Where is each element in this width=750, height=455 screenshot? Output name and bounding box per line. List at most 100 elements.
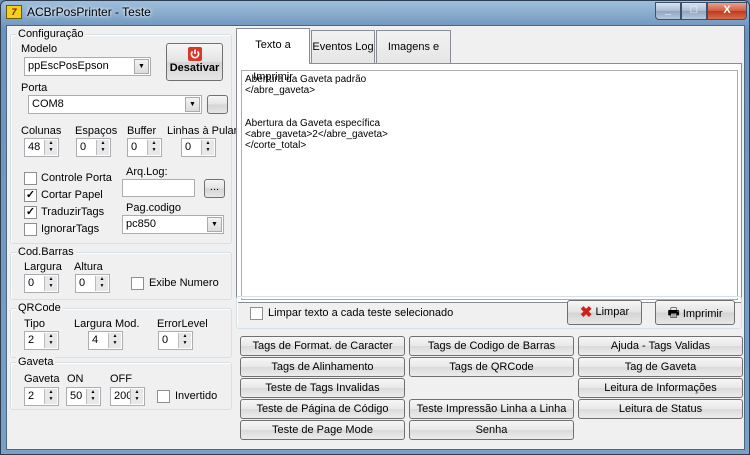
codbarras-altura-spin[interactable]: 0 ▲ ▼: [75, 274, 110, 293]
tab-texto-imprimir[interactable]: Texto a Imprimir: [236, 28, 310, 83]
spin-arrows-icon[interactable]: ▲ ▼: [96, 140, 109, 155]
arqlog-input[interactable]: [122, 179, 195, 197]
spin-arrows-icon[interactable]: ▲ ▼: [178, 333, 191, 348]
linhas-pular-value: 0: [185, 141, 192, 153]
minimize-button[interactable]: _: [655, 2, 681, 20]
gaveta-on-label: ON: [67, 373, 84, 385]
senha-button[interactable]: Senha: [409, 420, 574, 440]
gaveta-off-spin[interactable]: 200 ▲ ▼: [110, 387, 145, 406]
teste-page-mode-button[interactable]: Teste de Page Mode: [240, 420, 405, 440]
codbarras-altura-value: 0: [79, 277, 86, 289]
spin-arrows-icon[interactable]: ▲ ▼: [86, 389, 99, 404]
buffer-value: 0: [131, 141, 138, 153]
codbarras-largura-spin[interactable]: 0 ▲ ▼: [24, 274, 59, 293]
teste-tags-invalidas-button[interactable]: Teste de Tags Invalidas: [240, 378, 405, 398]
chevron-down-icon[interactable]: ▼: [185, 97, 200, 112]
exibe-numero-label: Exibe Numero: [149, 277, 219, 289]
config-group: Configuração Modelo ppEscPosEpson ▼ Desa…: [10, 28, 237, 244]
limpar-texto-checkbox[interactable]: [250, 307, 263, 320]
controle-porta-checkbox[interactable]: [24, 172, 37, 185]
arqlog-label: Arq.Log:: [126, 166, 168, 178]
espacos-label: Espaços: [75, 125, 118, 137]
invertido-label: Invertido: [175, 390, 218, 402]
client-area: Configuração Modelo ppEscPosEpson ▼ Desa…: [6, 25, 745, 450]
colunas-label: Colunas: [21, 125, 62, 137]
spin-arrows-icon[interactable]: ▲ ▼: [95, 276, 108, 291]
spin-arrows-icon[interactable]: ▲ ▼: [201, 140, 214, 155]
limpar-button[interactable]: ✖ Limpar: [567, 300, 642, 325]
modelo-combo[interactable]: ppEscPosEpson ▼: [24, 57, 151, 76]
tab-imagens-logo[interactable]: Imagens e Logo: [376, 30, 451, 85]
invertido-checkbox[interactable]: [157, 390, 170, 403]
spin-arrows-icon[interactable]: ▲ ▼: [147, 140, 160, 155]
app-icon[interactable]: 7: [6, 5, 22, 19]
qrcode-error-value: 0: [162, 334, 169, 346]
qrcode-group-title: QRCode: [16, 302, 63, 314]
porta-label: Porta: [21, 82, 48, 94]
tag-gaveta-button[interactable]: Tag de Gaveta: [578, 357, 743, 377]
porta-value: COM8: [32, 98, 64, 110]
exibe-numero-checkbox[interactable]: [131, 277, 144, 290]
codbarras-altura-label: Altura: [74, 261, 103, 273]
spin-arrows-icon[interactable]: ▲ ▼: [44, 140, 57, 155]
qrcode-error-spin[interactable]: 0 ▲ ▼: [158, 331, 193, 350]
codbarras-group-title: Cod.Barras: [16, 246, 76, 258]
ignorar-tags-checkbox[interactable]: [24, 223, 37, 236]
spin-arrows-icon[interactable]: ▲ ▼: [44, 333, 57, 348]
cortar-papel-label: Cortar Papel: [41, 189, 103, 201]
arqlog-browse-button[interactable]: ...: [204, 179, 225, 198]
close-button[interactable]: X: [707, 2, 747, 20]
buffer-spin[interactable]: 0 ▲ ▼: [127, 138, 162, 157]
colunas-spin[interactable]: 48 ▲ ▼: [24, 138, 59, 157]
gaveta-on-spin[interactable]: 50 ▲ ▼: [66, 387, 101, 406]
printer-icon: 🖶: [667, 305, 680, 320]
gaveta-group-title: Gaveta: [16, 356, 56, 368]
imprimir-button[interactable]: 🖶 Imprimir: [655, 300, 735, 325]
codbarras-largura-value: 0: [28, 277, 35, 289]
porta-config-button[interactable]: [207, 95, 228, 114]
modelo-value: ppEscPosEpson: [28, 60, 109, 72]
spin-arrows-icon[interactable]: ▲ ▼: [44, 276, 57, 291]
gaveta-value: 2: [28, 390, 35, 402]
tags-qrcode-button[interactable]: Tags de QRCode: [409, 357, 574, 377]
tags-format-caracter-button[interactable]: Tags de Format. de Caracter: [240, 336, 405, 356]
cortar-papel-checkbox[interactable]: ✓: [24, 189, 37, 202]
chevron-down-icon[interactable]: ▼: [207, 217, 222, 232]
tab-eventos-log[interactable]: Eventos Log: [311, 30, 375, 64]
title-bar[interactable]: 7 ACBrPosPrinter - Teste _ □ X: [1, 1, 749, 23]
tags-codigo-barras-button[interactable]: Tags de Codigo de Barras: [409, 336, 574, 356]
leitura-status-button[interactable]: Leitura de Status: [578, 399, 743, 419]
imprimir-label: Imprimir: [682, 308, 723, 320]
qrcode-largura-spin[interactable]: 4 ▲ ▼: [88, 331, 123, 350]
teste-impressao-linha-button[interactable]: Teste Impressão Linha a Linha: [409, 399, 574, 419]
leitura-informacoes-button[interactable]: Leitura de Informações: [578, 378, 743, 398]
gaveta-spin[interactable]: 2 ▲ ▼: [24, 387, 59, 406]
chevron-down-icon[interactable]: ▼: [134, 59, 149, 74]
ajuda-tags-button[interactable]: Ajuda - Tags Validas: [578, 336, 743, 356]
print-text-area[interactable]: Abertura da Gaveta padrão </abre_gaveta>…: [241, 70, 738, 300]
traduzir-tags-checkbox[interactable]: ✓: [24, 206, 37, 219]
qrcode-tipo-spin[interactable]: 2 ▲ ▼: [24, 331, 59, 350]
desativar-button[interactable]: Desativar: [166, 43, 223, 81]
spin-arrows-icon[interactable]: ▲ ▼: [130, 389, 143, 404]
spin-arrows-icon[interactable]: ▲ ▼: [108, 333, 121, 348]
qrcode-group: QRCode Tipo 2 ▲ ▼ Largura Mod. 4 ▲ ▼ Error…: [10, 302, 232, 358]
spin-arrows-icon[interactable]: ▲ ▼: [44, 389, 57, 404]
maximize-button[interactable]: □: [681, 2, 707, 20]
teste-pagina-codigo-button[interactable]: Teste de Página de Código: [240, 399, 405, 419]
tags-alinhamento-button[interactable]: Tags de Alinhamento: [240, 357, 405, 377]
pagcodigo-combo[interactable]: pc850 ▼: [122, 215, 224, 234]
gaveta-group: Gaveta Gaveta 2 ▲ ▼ ON 50 ▲ ▼ OFF 200 ▲ ▼ I…: [10, 356, 232, 410]
porta-combo[interactable]: COM8 ▼: [28, 95, 202, 114]
espacos-spin[interactable]: 0 ▲ ▼: [76, 138, 111, 157]
controle-porta-label: Controle Porta: [41, 172, 112, 184]
qrcode-largura-label: Largura Mod.: [74, 318, 140, 330]
desativar-label: Desativar: [169, 62, 220, 74]
tab-panel: Abertura da Gaveta padrão </abre_gaveta>…: [236, 63, 742, 303]
action-bar: Limpar texto a cada teste selecionado ✖ …: [236, 296, 742, 329]
window-title: ACBrPosPrinter - Teste: [27, 5, 151, 19]
linhas-pular-spin[interactable]: 0 ▲ ▼: [181, 138, 216, 157]
pagcodigo-label: Pag.codigo: [126, 202, 182, 214]
linhas-pular-label: Linhas à Pular: [167, 125, 238, 137]
app-window: 7 ACBrPosPrinter - Teste _ □ X Configura…: [0, 0, 750, 455]
